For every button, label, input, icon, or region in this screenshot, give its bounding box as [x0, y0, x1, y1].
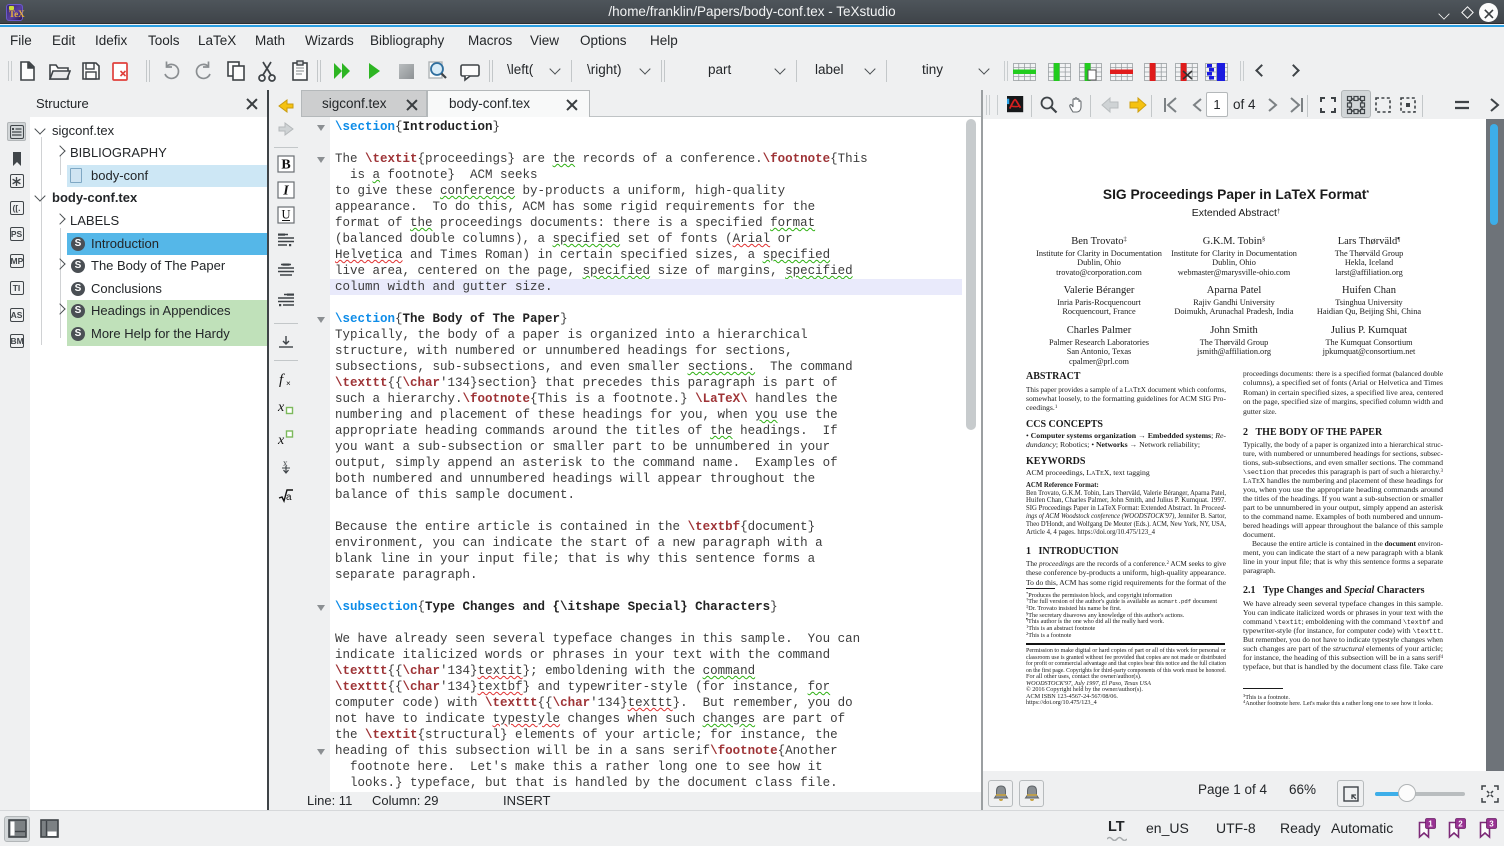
svg-text:2: 2: [1458, 820, 1463, 829]
svg-text:1: 1: [1428, 820, 1433, 829]
svg-text:U: U: [281, 208, 290, 222]
svg-text:x: x: [277, 400, 285, 415]
svg-text:a: a: [286, 492, 292, 503]
svg-text:f: f: [279, 372, 285, 388]
svg-text:B: B: [281, 158, 290, 173]
svg-text:×: ×: [286, 379, 291, 388]
svg-text:I: I: [282, 183, 289, 198]
svg-text:3: 3: [1489, 820, 1494, 829]
svg-text:x: x: [277, 433, 285, 448]
